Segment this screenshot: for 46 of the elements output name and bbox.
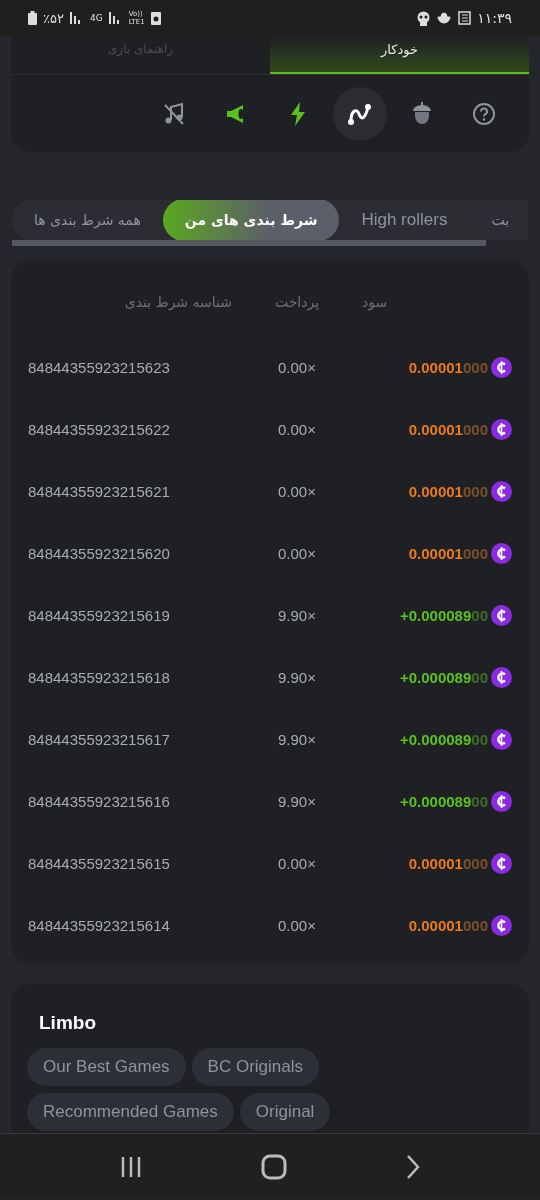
mode-tab[interactable]: خودکار [270,36,529,74]
battery-percent: ٪۵۲ [43,10,64,26]
column-header: سود [362,294,389,310]
profit-amount: +0.00008900 [400,730,488,748]
bet-id: 84844355923215616 [28,792,171,810]
profit-amount: +0.00008900 [400,606,488,624]
bet-id: 84844355923215617 [28,730,171,748]
bets-tab[interactable]: بت [469,200,528,240]
tag-chip[interactable]: Our Best Games [27,1048,186,1086]
profit-amount: 0.00001000 [408,420,488,438]
tag-chip[interactable]: Original [239,1093,331,1131]
payout-multiplier: 9.90× [277,668,317,686]
profit-amount: +0.00008900 [400,792,488,810]
bets-tab[interactable]: همه شرط بندی ها [12,200,163,240]
bet-id: 84844355923215620 [28,544,171,562]
bets-tab[interactable]: شرط بندی های من [162,200,340,240]
column-header: شناسه شرط بندی [123,294,232,310]
payout-multiplier: 0.00× [277,544,317,562]
clock: ۱۱:۳۹ [477,10,512,26]
payout-multiplier: 0.00× [277,358,317,376]
profit-amount: 0.00001000 [408,854,488,872]
payout-multiplier: 0.00× [277,482,317,500]
game-title: Limbo [39,1012,97,1034]
bet-id: 84844355923215618 [28,668,171,686]
payout-multiplier: 0.00× [277,916,317,934]
bet-id: 84844355923215622 [28,420,171,438]
profit-amount: 0.00001000 [408,358,488,376]
profit-amount: 0.00001000 [408,544,488,562]
bet-id: 84844355923215614 [28,916,171,934]
network-type: 4G [89,13,103,23]
bet-id: 84844355923215623 [28,358,171,376]
column-header: پرداخت [273,294,321,310]
tag-chip[interactable]: Recommended Games [27,1093,234,1131]
bets-tab[interactable]: High rollers [339,200,470,240]
tag-chip[interactable]: BC Originals [191,1048,320,1086]
profit-amount: 0.00001000 [408,482,488,500]
payout-multiplier: 0.00× [277,854,317,872]
payout-multiplier: 9.90× [277,792,317,810]
bet-id: 84844355923215621 [28,482,171,500]
bet-id: 84844355923215619 [28,606,171,624]
payout-multiplier: 0.00× [277,420,317,438]
profit-amount: +0.00008900 [400,668,488,686]
bet-id: 84844355923215615 [28,854,171,872]
payout-multiplier: 9.90× [277,730,317,748]
profit-amount: 0.00001000 [408,916,488,934]
payout-multiplier: 9.90× [277,606,317,624]
